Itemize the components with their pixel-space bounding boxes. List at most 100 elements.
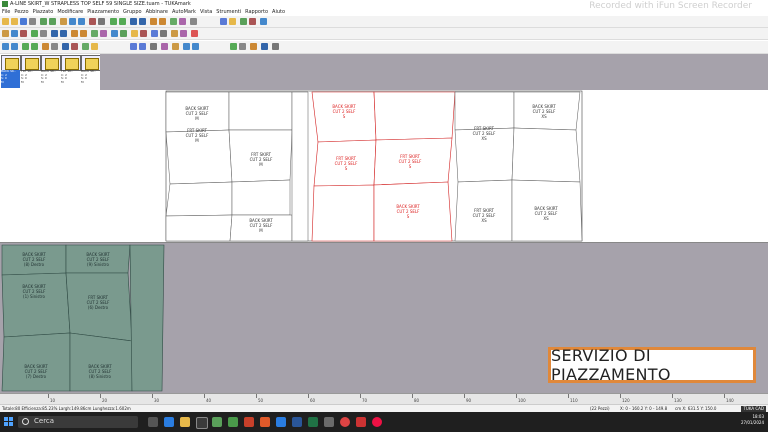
piece-icon[interactable] — [40, 18, 47, 25]
menu-file[interactable]: File — [0, 8, 12, 16]
unplaced-piece-3[interactable] — [1, 272, 71, 338]
zoom-out-icon[interactable] — [192, 43, 199, 50]
info-icon[interactable] — [260, 18, 267, 25]
system-tray[interactable]: 18:03 27/01/2024 — [741, 414, 764, 426]
align-icon[interactable] — [51, 30, 58, 37]
app-red-icon[interactable] — [244, 417, 254, 427]
explorer-icon[interactable] — [180, 417, 190, 427]
piece-group-3[interactable] — [454, 91, 583, 242]
chart-icon[interactable] — [240, 18, 247, 25]
undo-icon[interactable] — [110, 18, 117, 25]
check-icon[interactable] — [261, 43, 268, 50]
help-icon[interactable] — [190, 18, 197, 25]
tool-icon[interactable] — [71, 30, 78, 37]
unplaced-piece-6[interactable] — [69, 332, 133, 392]
piece-info-4[interactable]: FRT SK.. C: 2 S: 0 M — [61, 70, 80, 88]
match-icon[interactable] — [131, 30, 138, 37]
new-file-icon[interactable] — [2, 18, 9, 25]
import-icon[interactable] — [111, 30, 118, 37]
menu-abbinare[interactable]: Abbinare — [144, 8, 170, 16]
store-icon[interactable] — [196, 417, 208, 429]
piece-info-5[interactable]: BACK SK.. C: 2 S: 0 M — [81, 70, 100, 88]
split-icon[interactable] — [239, 43, 246, 50]
lock-icon[interactable] — [51, 43, 58, 50]
palette-icon[interactable] — [180, 30, 187, 37]
piece-frt-skirt-m[interactable] — [165, 129, 233, 185]
rotate-icon[interactable] — [130, 18, 137, 25]
arrow-up-icon[interactable] — [22, 43, 29, 50]
tag-icon[interactable] — [171, 30, 178, 37]
tukamark-icon[interactable] — [228, 417, 238, 427]
piece-strip-1[interactable] — [291, 91, 309, 242]
settings-icon[interactable] — [98, 18, 105, 25]
arrow-down-icon[interactable] — [31, 43, 38, 50]
unplaced-pieces[interactable]: BACK SKIRT CUT 2 SELF (8) Destro BACK SK… — [0, 243, 166, 393]
paste-icon[interactable] — [40, 30, 47, 37]
media-icon[interactable] — [372, 417, 382, 427]
arrow-right-icon[interactable] — [11, 43, 18, 50]
view-icon[interactable] — [220, 18, 227, 25]
export-icon[interactable] — [100, 30, 107, 37]
menu-modificare[interactable]: Modificare — [55, 8, 85, 16]
word-icon[interactable] — [292, 417, 302, 427]
snap-icon[interactable] — [91, 43, 98, 50]
marker-icon[interactable] — [150, 18, 157, 25]
flag-icon[interactable] — [191, 30, 198, 37]
bump-icon[interactable] — [42, 43, 49, 50]
marker-area[interactable]: BACK SKIRT CUT 2 SELF M FRT SKIRT CUT 2 … — [0, 90, 768, 243]
close-icon[interactable] — [272, 43, 279, 50]
piece-info-2[interactable]: FRT SK.. C: 2 S: 0 M — [21, 70, 40, 88]
piece-back-skirt-m-3[interactable] — [165, 214, 233, 242]
piece-info-1[interactable]: BACK SK.. C: 2 S: 0 M — [1, 70, 20, 88]
piece-back-skirt-xs[interactable] — [454, 91, 515, 131]
outlook-icon[interactable] — [276, 417, 286, 427]
menu-aiuto[interactable]: Aiuto — [270, 8, 287, 16]
menu-vista[interactable]: Vista — [198, 8, 214, 16]
menu-pezzo[interactable]: Pezzo — [12, 8, 30, 16]
piece-info-3[interactable]: BACK SK.. C: 2 S: 0 M — [41, 70, 60, 88]
nudge-left-icon[interactable] — [130, 43, 137, 50]
distribute-icon[interactable] — [60, 30, 67, 37]
menu-gruppo[interactable]: Gruppo — [121, 8, 144, 16]
zoom-fit-icon[interactable] — [78, 18, 85, 25]
menu-piazzato[interactable]: Piazzato — [31, 8, 56, 16]
piece-thumb-5[interactable] — [81, 55, 101, 71]
piece-back-skirt-m-2[interactable] — [228, 91, 293, 131]
options-icon[interactable] — [160, 30, 167, 37]
spread-icon[interactable] — [161, 43, 168, 50]
menu-rapporto[interactable]: Rapporto — [243, 8, 270, 16]
powerpoint-icon[interactable] — [260, 417, 270, 427]
stop-icon[interactable] — [249, 18, 256, 25]
remove-icon[interactable] — [71, 43, 78, 50]
piece-frt-skirt-xs-2[interactable] — [511, 127, 581, 183]
flip-icon[interactable] — [139, 18, 146, 25]
piece-thumb-1[interactable] — [1, 55, 21, 71]
chrome-icon[interactable] — [340, 417, 350, 427]
piece-thumb-2[interactable] — [21, 55, 41, 71]
center-icon[interactable] — [150, 43, 157, 50]
menu-strumenti[interactable]: Strumenti — [214, 8, 243, 16]
page-icon[interactable] — [230, 43, 237, 50]
piece-small-2[interactable] — [231, 179, 291, 216]
unplaced-piece-5[interactable] — [1, 332, 71, 392]
piece-thumb-4[interactable] — [61, 55, 81, 71]
measure-icon[interactable] — [80, 30, 87, 37]
zoom-in-icon[interactable] — [183, 43, 190, 50]
excel-icon[interactable] — [308, 417, 318, 427]
delete-icon[interactable] — [89, 18, 96, 25]
nest-icon[interactable] — [151, 30, 158, 37]
zoom-icon[interactable] — [69, 18, 76, 25]
print-icon[interactable] — [29, 18, 36, 25]
auto-mark-icon[interactable] — [159, 18, 166, 25]
layers-icon[interactable] — [229, 18, 236, 25]
overlap-icon[interactable] — [62, 43, 69, 50]
unmatch-icon[interactable] — [140, 30, 147, 37]
arrow-left-icon[interactable] — [2, 43, 9, 50]
compress-icon[interactable] — [172, 43, 179, 50]
table-icon[interactable] — [91, 30, 98, 37]
piece-thumb-3[interactable] — [41, 55, 61, 71]
select-icon[interactable] — [2, 30, 9, 37]
piece-small-1[interactable] — [165, 181, 233, 217]
recorder-icon[interactable] — [356, 417, 366, 427]
unplaced-strip[interactable] — [129, 244, 165, 392]
